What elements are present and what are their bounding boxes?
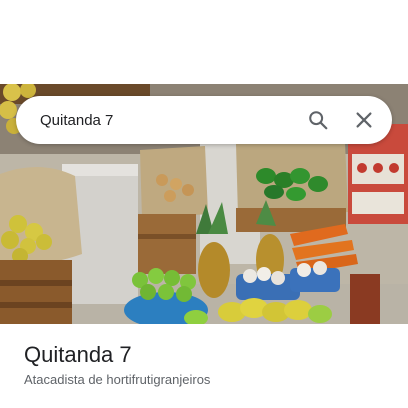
place-category: Atacadista de hortifrutigranjeiros: [24, 372, 211, 387]
place-title[interactable]: Quitanda 7: [24, 342, 384, 368]
search-input[interactable]: [40, 96, 292, 144]
place-info: Quitanda 7 Atacadista de hortifrutigranj…: [24, 342, 384, 389]
search-bar: [16, 96, 392, 144]
search-icon: [309, 111, 328, 130]
clear-search-button[interactable]: [344, 100, 384, 140]
search-button[interactable]: [298, 100, 338, 140]
close-icon: [356, 112, 372, 128]
place-panel: Quitanda 7 Atacadista de hortifrutigranj…: [0, 0, 408, 408]
